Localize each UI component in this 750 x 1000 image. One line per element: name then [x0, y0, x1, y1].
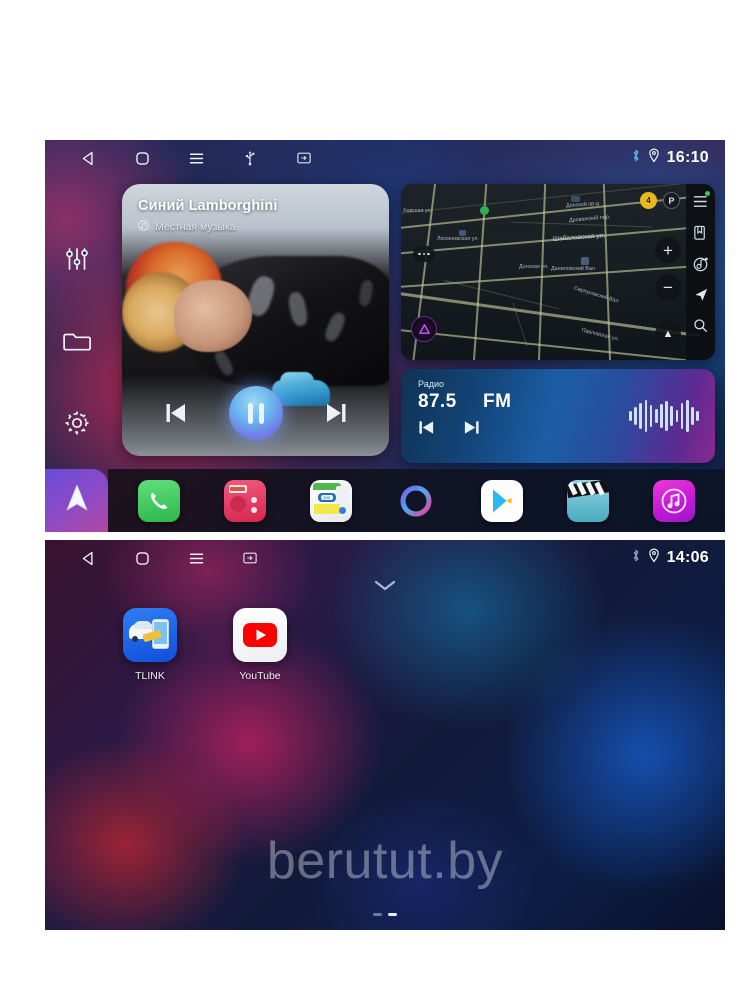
music-player-card[interactable]: Синий Lamborghini Местная музыка — [122, 184, 389, 456]
watermark-text: berutut.by — [266, 832, 504, 890]
back-icon[interactable] — [61, 540, 115, 576]
back-icon[interactable] — [61, 140, 115, 176]
play-store-app-icon[interactable] — [481, 479, 524, 522]
page-indicator — [373, 913, 397, 916]
map-poi-marker — [571, 196, 580, 202]
menu-icon[interactable] — [169, 540, 223, 576]
video-app-icon[interactable] — [567, 479, 610, 522]
map-search-icon[interactable] — [692, 317, 709, 334]
phone-app-icon[interactable] — [137, 479, 180, 522]
home-app-item[interactable]: TLINK — [119, 608, 181, 682]
location-pin-icon — [648, 548, 660, 568]
map-street-label: Люсиновская ул. — [437, 236, 479, 242]
track-title: Синий Lamborghini — [138, 198, 278, 214]
product-listing-image: 16:10 Синий Lamborghini Местная музыка Ш… — [0, 0, 750, 1000]
radio-title: Радио — [418, 379, 444, 389]
assistant-pin-icon[interactable] — [411, 316, 437, 342]
navigation-launch-tile[interactable] — [45, 469, 108, 532]
radio-next-icon[interactable] — [462, 419, 481, 441]
map-side-toolbar — [686, 184, 715, 360]
folder-icon[interactable] — [60, 324, 94, 358]
map-compass-button[interactable]: ▲ — [655, 321, 681, 347]
map-poi-marker — [480, 206, 489, 215]
status-bar-top-secondary: 14:06 — [45, 540, 725, 576]
youtube-app-label: YouTube — [239, 670, 281, 682]
home-app-item[interactable]: YouTube — [229, 608, 291, 682]
navigation-map-widget[interactable]: Шабаловская ул. Дровянский пер. Донской … — [401, 184, 715, 360]
assistant-app-icon[interactable] — [395, 480, 437, 522]
car-head-unit-screen-main: 16:10 Синий Lamborghini Местная музыка Ш… — [45, 140, 725, 532]
radio-app-icon[interactable] — [223, 479, 266, 522]
map-street-label: Донская ул. — [519, 264, 549, 270]
traffic-level-badge[interactable]: 4 — [640, 192, 657, 209]
settings-gear-icon[interactable] — [60, 406, 94, 440]
track-source-label: Местная музыка — [155, 221, 236, 233]
screenshot-icon[interactable] — [277, 140, 331, 176]
youtube-app-icon[interactable] — [233, 608, 287, 662]
home-icon[interactable] — [115, 140, 169, 176]
usb-icon[interactable] — [223, 140, 277, 176]
parking-button[interactable]: P — [663, 192, 680, 209]
radio-band: FM — [483, 391, 512, 412]
status-bar-indicators-secondary: 14:06 — [631, 548, 725, 568]
home-app-grid: TLINK YouTube — [119, 608, 291, 682]
bluetooth-icon — [631, 548, 641, 568]
screenshot-icon[interactable] — [223, 540, 277, 576]
clock-time-secondary: 14:06 — [666, 549, 709, 566]
location-pin-icon — [648, 148, 660, 168]
music-metadata: Синий Lamborghini Местная музыка — [138, 198, 377, 236]
status-bar-indicators: 16:10 — [631, 148, 725, 168]
navigation-arrow-icon — [64, 483, 90, 518]
status-bar-nav-buttons — [45, 140, 331, 176]
app-dock: 300 — [108, 469, 725, 532]
music-transport-controls — [122, 386, 389, 440]
radio-equalizer-visualizer — [628, 400, 699, 432]
next-track-icon[interactable] — [321, 398, 351, 428]
menu-icon[interactable] — [169, 140, 223, 176]
clock-time: 16:10 — [666, 149, 709, 166]
page-dot-active[interactable] — [388, 913, 397, 916]
radio-widget[interactable]: Радио 87.5 FM — [401, 369, 715, 463]
play-pause-button[interactable] — [228, 386, 283, 440]
home-icon[interactable] — [115, 540, 169, 576]
car-head-unit-screen-home: 14:06 TLINK YouTube berutut.by — [45, 540, 725, 930]
map-menu-icon[interactable] — [692, 191, 710, 210]
right-widget-column: Шабаловская ул. Дровянский пер. Донской … — [401, 184, 715, 463]
music-note-badge — [138, 218, 149, 236]
radio-frequency: 87.5 — [418, 391, 457, 412]
pause-icon — [247, 402, 264, 424]
map-poi-marker — [459, 230, 466, 236]
status-bar-top: 16:10 — [45, 140, 725, 176]
map-bookmarks-icon[interactable] — [692, 224, 709, 241]
radio-previous-icon[interactable] — [417, 419, 436, 441]
map-poi-marker — [581, 257, 589, 265]
map-street-label: Хавская ул. — [403, 208, 433, 214]
map-zoom-out-button[interactable]: − — [655, 274, 681, 300]
map-music-disc-icon[interactable] — [692, 255, 709, 272]
map-navigate-icon[interactable] — [692, 286, 709, 303]
previous-track-icon[interactable] — [161, 398, 191, 428]
radio-transport-controls — [417, 419, 481, 441]
tlink-app-label: TLINK — [135, 670, 165, 682]
page-dot[interactable] — [373, 913, 382, 916]
map-street-label: Даниловский Вал — [551, 266, 595, 272]
status-bar-nav-buttons-secondary — [45, 540, 277, 576]
map-zoom-in-button[interactable]: + — [655, 237, 681, 263]
music-app-icon[interactable] — [652, 479, 695, 522]
browser-app-icon[interactable]: 300 — [309, 479, 352, 522]
map-menu-badge-dot — [705, 191, 710, 196]
map-chat-bubble-icon[interactable] — [413, 246, 435, 262]
chevron-down-icon[interactable] — [374, 578, 396, 596]
track-source: Местная музыка — [138, 218, 377, 236]
tlink-app-icon[interactable] — [123, 608, 177, 662]
main-content-area: Синий Lamborghini Местная музыка Шабалов… — [108, 176, 725, 469]
equalizer-icon[interactable] — [60, 242, 94, 276]
bluetooth-icon — [631, 148, 641, 168]
